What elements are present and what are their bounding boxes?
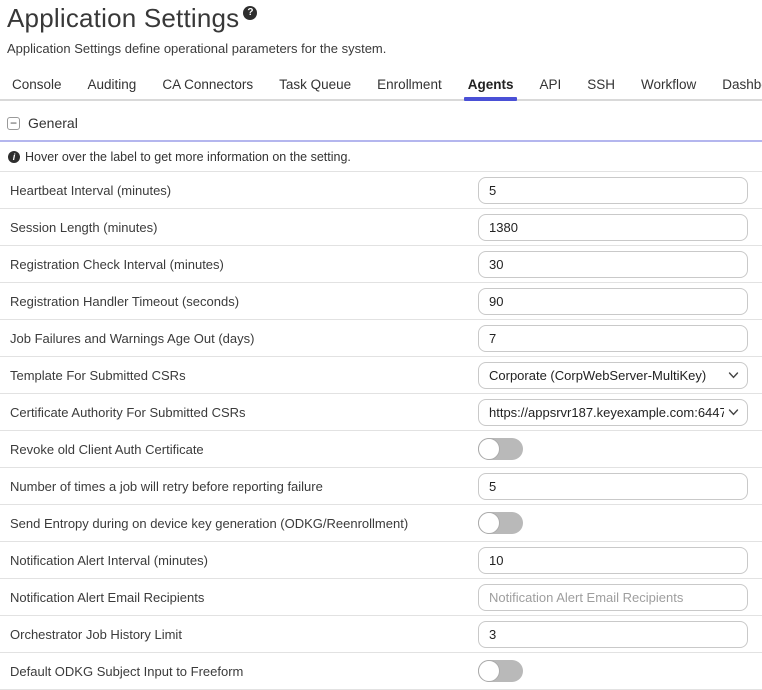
setting-label: Send Entropy during on device key genera…: [10, 516, 478, 531]
select-value: https://appsrvr187.keyexample.com:6447\C…: [489, 405, 724, 420]
setting-control: [478, 177, 748, 204]
setting-control: [478, 584, 748, 611]
setting-input-heartbeat-interval-minutes[interactable]: [478, 177, 748, 204]
setting-label: Default ODKG Subject Input to Freeform: [10, 664, 478, 679]
settings-list: Heartbeat Interval (minutes) Session Leng…: [0, 172, 762, 690]
collapse-icon[interactable]: −: [7, 117, 20, 130]
chevron-down-icon: [728, 409, 739, 416]
toggle-knob: [478, 660, 500, 682]
info-icon: i: [8, 151, 20, 163]
setting-row-session-length-minutes: Session Length (minutes): [0, 209, 762, 246]
tab-auditing[interactable]: Auditing: [84, 70, 141, 99]
setting-control: [478, 251, 748, 278]
setting-input-orchestrator-job-history-limit[interactable]: [478, 621, 748, 648]
page-header: Application Settings? Application Settin…: [0, 0, 762, 57]
setting-row-send-entropy-during-on-device-key-generation-odkg-reenrollment: Send Entropy during on device key genera…: [0, 505, 762, 542]
setting-label: Notification Alert Interval (minutes): [10, 553, 478, 568]
setting-label: Job Failures and Warnings Age Out (days): [10, 331, 478, 346]
setting-label: Orchestrator Job History Limit: [10, 627, 478, 642]
tab-task-queue[interactable]: Task Queue: [275, 70, 355, 99]
setting-row-revoke-old-client-auth-certificate: Revoke old Client Auth Certificate: [0, 431, 762, 468]
section-title: General: [28, 115, 78, 131]
setting-select-certificate-authority-for-submitted-csrs[interactable]: https://appsrvr187.keyexample.com:6447\C…: [478, 399, 748, 426]
setting-control: [478, 288, 748, 315]
toggle-knob: [478, 512, 500, 534]
setting-control: https://appsrvr187.keyexample.com:6447\C…: [478, 399, 748, 426]
setting-row-certificate-authority-for-submitted-csrs: Certificate Authority For Submitted CSRs…: [0, 394, 762, 431]
setting-label: Template For Submitted CSRs: [10, 368, 478, 383]
setting-row-number-of-times-a-job-will-retry-before-reporting-failure: Number of times a job will retry before …: [0, 468, 762, 505]
setting-control: [478, 660, 748, 682]
setting-row-notification-alert-interval-minutes: Notification Alert Interval (minutes): [0, 542, 762, 579]
setting-control: [478, 214, 748, 241]
setting-row-template-for-submitted-csrs: Template For Submitted CSRs Corporate (Co…: [0, 357, 762, 394]
section-header-general: − General: [0, 101, 762, 142]
setting-input-registration-check-interval-minutes[interactable]: [478, 251, 748, 278]
setting-control: [478, 325, 748, 352]
setting-control: [478, 512, 748, 534]
setting-row-default-odkg-subject-input-to-freeform: Default ODKG Subject Input to Freeform: [0, 653, 762, 690]
setting-input-number-of-times-a-job-will-retry-before-reporting-failure[interactable]: [478, 473, 748, 500]
toggle-knob: [478, 438, 500, 460]
setting-input-registration-handler-timeout-seconds[interactable]: [478, 288, 748, 315]
tab-enrollment[interactable]: Enrollment: [373, 70, 446, 99]
page-title: Application Settings: [7, 3, 239, 33]
setting-input-session-length-minutes[interactable]: [478, 214, 748, 241]
tab-api[interactable]: API: [535, 70, 565, 99]
setting-row-notification-alert-email-recipients: Notification Alert Email Recipients: [0, 579, 762, 616]
setting-label: Certificate Authority For Submitted CSRs: [10, 405, 478, 420]
setting-label: Revoke old Client Auth Certificate: [10, 442, 478, 457]
setting-row-registration-handler-timeout-seconds: Registration Handler Timeout (seconds): [0, 283, 762, 320]
setting-row-orchestrator-job-history-limit: Orchestrator Job History Limit: [0, 616, 762, 653]
setting-row-heartbeat-interval-minutes: Heartbeat Interval (minutes): [0, 172, 762, 209]
chevron-down-icon: [728, 372, 739, 379]
page-subtitle: Application Settings define operational …: [7, 41, 754, 57]
setting-row-job-failures-and-warnings-age-out-days: Job Failures and Warnings Age Out (days): [0, 320, 762, 357]
tab-dashboard-and-reports[interactable]: Dashboard and Reports: [718, 70, 762, 99]
setting-label: Notification Alert Email Recipients: [10, 590, 478, 605]
select-value: Corporate (CorpWebServer-MultiKey): [489, 368, 724, 383]
tab-console[interactable]: Console: [8, 70, 66, 99]
setting-input-notification-alert-interval-minutes[interactable]: [478, 547, 748, 574]
toggle-switch-default-odkg-subject-input-to-freeform[interactable]: [478, 660, 523, 682]
setting-select-template-for-submitted-csrs[interactable]: Corporate (CorpWebServer-MultiKey): [478, 362, 748, 389]
setting-input-notification-alert-email-recipients[interactable]: [478, 584, 748, 611]
setting-control: [478, 621, 748, 648]
setting-control: [478, 438, 748, 460]
setting-control: [478, 473, 748, 500]
setting-label: Number of times a job will retry before …: [10, 479, 478, 494]
tab-bar: Console Auditing CA Connectors Task Queue En…: [0, 70, 762, 101]
tab-ssh[interactable]: SSH: [583, 70, 619, 99]
toggle-switch-revoke-old-client-auth-certificate[interactable]: [478, 438, 523, 460]
setting-row-registration-check-interval-minutes: Registration Check Interval (minutes): [0, 246, 762, 283]
help-icon[interactable]: ?: [243, 6, 257, 20]
info-note-text: Hover over the label to get more informa…: [25, 150, 351, 164]
tab-agents[interactable]: Agents: [464, 70, 518, 99]
setting-label: Registration Check Interval (minutes): [10, 257, 478, 272]
setting-control: Corporate (CorpWebServer-MultiKey): [478, 362, 748, 389]
tab-ca-connectors[interactable]: CA Connectors: [158, 70, 257, 99]
info-note: i Hover over the label to get more infor…: [0, 142, 762, 172]
setting-control: [478, 547, 748, 574]
setting-label: Heartbeat Interval (minutes): [10, 183, 478, 198]
tab-workflow[interactable]: Workflow: [637, 70, 700, 99]
setting-input-job-failures-and-warnings-age-out-days[interactable]: [478, 325, 748, 352]
setting-label: Registration Handler Timeout (seconds): [10, 294, 478, 309]
toggle-switch-send-entropy-during-on-device-key-generation-odkg-reenrollment[interactable]: [478, 512, 523, 534]
setting-label: Session Length (minutes): [10, 220, 478, 235]
